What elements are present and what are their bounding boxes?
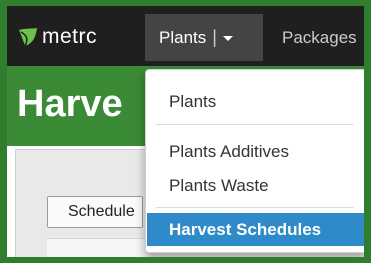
caret-down-icon[interactable]: [222, 36, 233, 41]
page-title: Harve: [17, 83, 123, 125]
top-navbar: metrc Plants | Packages: [7, 6, 364, 66]
schedule-button[interactable]: Schedule: [47, 196, 143, 228]
menu-item-harvest-schedules-label: Harvest Schedules: [169, 219, 322, 239]
plants-dropdown-menu: Plants Plants Additives Plants Waste Har…: [145, 69, 364, 253]
nav-plants-label: Plants: [159, 27, 207, 47]
nav-plants-menu[interactable]: Plants |: [145, 14, 263, 61]
menu-divider: [156, 124, 354, 125]
menu-item-plants-waste[interactable]: Plants Waste: [169, 176, 269, 196]
menu-item-plants[interactable]: Plants: [169, 92, 216, 112]
menu-item-harvest-schedules[interactable]: Harvest Schedules: [147, 213, 364, 246]
nav-separator: |: [212, 27, 217, 47]
app-window: metrc Plants | Packages Harve Schedule P…: [7, 6, 364, 257]
nav-packages-link[interactable]: Packages: [282, 28, 357, 48]
brand-name: metrc: [42, 25, 97, 48]
menu-item-plants-additives[interactable]: Plants Additives: [169, 142, 289, 162]
schedule-button-label: Schedule: [68, 203, 135, 220]
leaf-icon: [19, 28, 37, 47]
metrc-logo[interactable]: metrc: [17, 24, 97, 50]
green-frame: metrc Plants | Packages Harve Schedule P…: [0, 0, 371, 263]
menu-divider: [156, 207, 354, 208]
